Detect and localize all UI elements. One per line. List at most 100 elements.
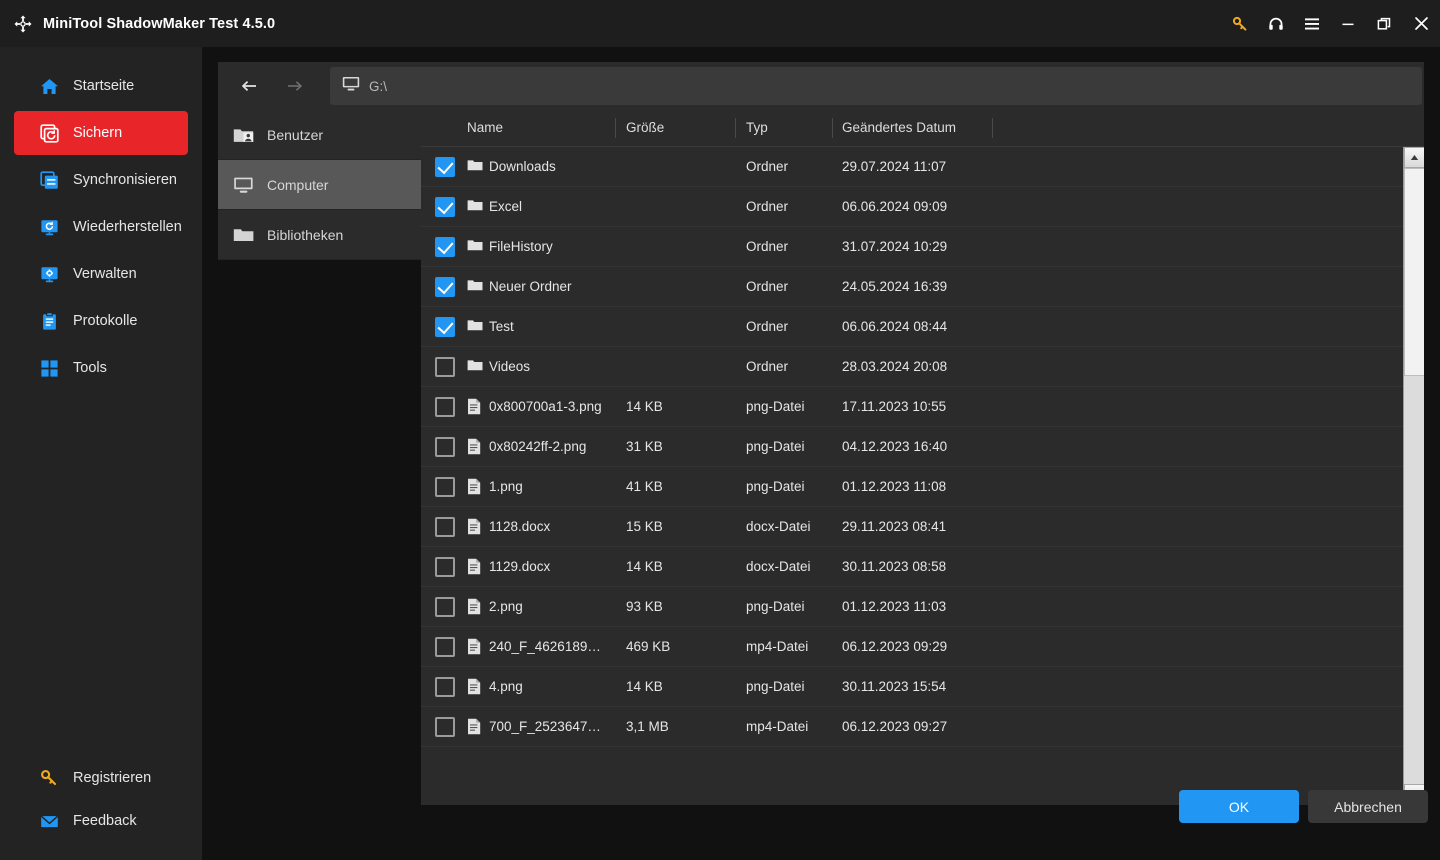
row-checkbox[interactable] bbox=[435, 596, 455, 617]
row-date: 24.05.2024 16:39 bbox=[842, 279, 948, 294]
row-size: 3,1 MB bbox=[626, 719, 669, 734]
table-row[interactable]: Neuer Ordner Ordner 24.05.2024 16:39 bbox=[421, 267, 1403, 307]
vertical-scrollbar[interactable] bbox=[1403, 147, 1424, 805]
table-row[interactable]: 1128.docx 15 KB docx-Datei 29.11.2023 08:41 bbox=[421, 507, 1403, 547]
row-checkbox[interactable] bbox=[435, 556, 455, 577]
column-header-size[interactable]: Größe bbox=[626, 120, 664, 135]
row-type: png-Datei bbox=[746, 679, 805, 694]
tree-item-bibliotheken[interactable]: Bibliotheken bbox=[218, 210, 421, 260]
back-button[interactable] bbox=[228, 62, 272, 110]
row-date: 29.11.2023 08:41 bbox=[842, 519, 947, 534]
sidebar-item-sichern[interactable]: Sichern bbox=[14, 111, 188, 155]
minimize-button[interactable] bbox=[1330, 0, 1366, 47]
path-input[interactable]: G:\ bbox=[330, 67, 1422, 105]
table-row[interactable]: 700_F_2523647… 3,1 MB mp4-Datei 06.12.2023 … bbox=[421, 707, 1403, 747]
sidebar-secondary-nav: Registrieren Feedback bbox=[0, 755, 202, 844]
row-name: Excel bbox=[489, 199, 523, 214]
column-divider[interactable] bbox=[615, 118, 616, 138]
row-checkbox[interactable] bbox=[435, 476, 455, 497]
column-divider[interactable] bbox=[832, 118, 833, 138]
row-checkbox[interactable] bbox=[435, 316, 455, 337]
sidebar-item-protokolle[interactable]: Protokolle bbox=[14, 299, 188, 343]
ok-button[interactable]: OK bbox=[1179, 790, 1299, 823]
column-divider[interactable] bbox=[992, 118, 993, 138]
row-checkbox[interactable] bbox=[435, 676, 455, 697]
sidebar-item-verwalten[interactable]: Verwalten bbox=[14, 252, 188, 296]
row-name: Test bbox=[489, 319, 514, 334]
computer-monitor-icon bbox=[342, 76, 360, 97]
table-row[interactable]: FileHistory Ordner 31.07.2024 10:29 bbox=[421, 227, 1403, 267]
row-checkbox[interactable] bbox=[435, 716, 455, 737]
table-row[interactable]: 1129.docx 14 KB docx-Datei 30.11.2023 08:58 bbox=[421, 547, 1403, 587]
sidebar-item-synchronisieren[interactable]: Synchronisieren bbox=[14, 158, 188, 202]
row-type: Ordner bbox=[746, 199, 789, 214]
row-name: 700_F_2523647… bbox=[489, 719, 601, 734]
maximize-button[interactable] bbox=[1366, 0, 1402, 47]
row-checkbox[interactable] bbox=[435, 276, 455, 297]
column-header-name[interactable]: Name bbox=[467, 120, 503, 135]
sidebar-item-startseite[interactable]: Startseite bbox=[14, 64, 188, 108]
sidebar-item-label: Protokolle bbox=[73, 313, 138, 329]
menu-icon[interactable] bbox=[1294, 0, 1330, 47]
forward-button[interactable] bbox=[272, 62, 316, 110]
row-type: png-Datei bbox=[746, 399, 805, 414]
row-checkbox[interactable] bbox=[435, 196, 455, 217]
row-checkbox[interactable] bbox=[435, 236, 455, 257]
row-checkbox[interactable] bbox=[435, 436, 455, 457]
sidebar-item-registrieren[interactable]: Registrieren bbox=[14, 758, 188, 798]
row-checkbox[interactable] bbox=[435, 396, 455, 417]
row-date: 30.11.2023 15:54 bbox=[842, 679, 947, 694]
table-row[interactable]: 240_F_4626189… 469 KB mp4-Datei 06.12.2023 … bbox=[421, 627, 1403, 667]
table-row[interactable]: Excel Ordner 06.06.2024 09:09 bbox=[421, 187, 1403, 227]
column-header-type[interactable]: Typ bbox=[746, 120, 768, 135]
sidebar-item-wiederherstellen[interactable]: Wiederherstellen bbox=[14, 205, 188, 249]
scrollbar-thumb[interactable] bbox=[1404, 168, 1424, 376]
table-row[interactable]: 1.png 41 KB png-Datei 01.12.2023 11:08 bbox=[421, 467, 1403, 507]
row-checkbox[interactable] bbox=[435, 356, 455, 377]
title-bar-controls bbox=[1222, 0, 1440, 47]
row-name: 4.png bbox=[489, 679, 523, 694]
row-date: 01.12.2023 11:03 bbox=[842, 599, 947, 614]
row-size: 14 KB bbox=[626, 679, 663, 694]
sidebar: Startseite Sichern Synchronisieren Wiede… bbox=[0, 47, 202, 860]
file-list-panel: Name Größe Typ Geändertes Datum Download… bbox=[421, 110, 1424, 805]
folder-icon bbox=[467, 158, 483, 175]
folder-icon bbox=[232, 224, 254, 246]
sidebar-item-tools[interactable]: Tools bbox=[14, 346, 188, 390]
cancel-button[interactable]: Abbrechen bbox=[1308, 790, 1428, 823]
row-name: Downloads bbox=[489, 159, 556, 174]
row-name: Videos bbox=[489, 359, 531, 374]
row-checkbox[interactable] bbox=[435, 156, 455, 177]
row-type: png-Datei bbox=[746, 599, 805, 614]
column-divider[interactable] bbox=[735, 118, 736, 138]
backup-icon bbox=[39, 123, 59, 143]
row-name: 240_F_4626189… bbox=[489, 639, 601, 654]
column-header-date[interactable]: Geändertes Datum bbox=[842, 120, 956, 135]
license-key-icon[interactable] bbox=[1222, 0, 1258, 47]
row-checkbox[interactable] bbox=[435, 636, 455, 657]
path-text: G:\ bbox=[369, 78, 388, 94]
sidebar-item-label: Synchronisieren bbox=[73, 172, 177, 188]
file-list-body: Downloads Ordner 29.07.2024 11:07 Excel Ordn… bbox=[421, 147, 1424, 805]
sidebar-item-feedback[interactable]: Feedback bbox=[14, 801, 188, 841]
title-bar: MiniTool ShadowMaker Test 4.5.0 bbox=[0, 0, 1440, 47]
tree-item-computer[interactable]: Computer bbox=[218, 160, 421, 210]
tree-item-benutzer[interactable]: Benutzer bbox=[218, 110, 421, 160]
table-row[interactable]: 0x80242ff-2.png 31 KB png-Datei 04.12.2023 … bbox=[421, 427, 1403, 467]
document-icon bbox=[467, 678, 483, 695]
table-row[interactable]: 4.png 14 KB png-Datei 30.11.2023 15:54 bbox=[421, 667, 1403, 707]
scroll-up-icon[interactable] bbox=[1404, 147, 1424, 168]
row-checkbox[interactable] bbox=[435, 516, 455, 537]
app-title: MiniTool ShadowMaker Test 4.5.0 bbox=[43, 15, 276, 32]
sidebar-item-label: Sichern bbox=[73, 125, 123, 141]
table-row[interactable]: Test Ordner 06.06.2024 08:44 bbox=[421, 307, 1403, 347]
table-row[interactable]: 0x800700a1-3.png 14 KB png-Datei 17.11.2023… bbox=[421, 387, 1403, 427]
row-date: 04.12.2023 16:40 bbox=[842, 439, 948, 454]
support-headset-icon[interactable] bbox=[1258, 0, 1294, 47]
table-row[interactable]: 2.png 93 KB png-Datei 01.12.2023 11:03 bbox=[421, 587, 1403, 627]
table-row[interactable]: Videos Ordner 28.03.2024 20:08 bbox=[421, 347, 1403, 387]
row-name: 1.png bbox=[489, 479, 523, 494]
table-row[interactable]: Downloads Ordner 29.07.2024 11:07 bbox=[421, 147, 1403, 187]
row-type: png-Datei bbox=[746, 479, 805, 494]
close-button[interactable] bbox=[1402, 0, 1440, 47]
